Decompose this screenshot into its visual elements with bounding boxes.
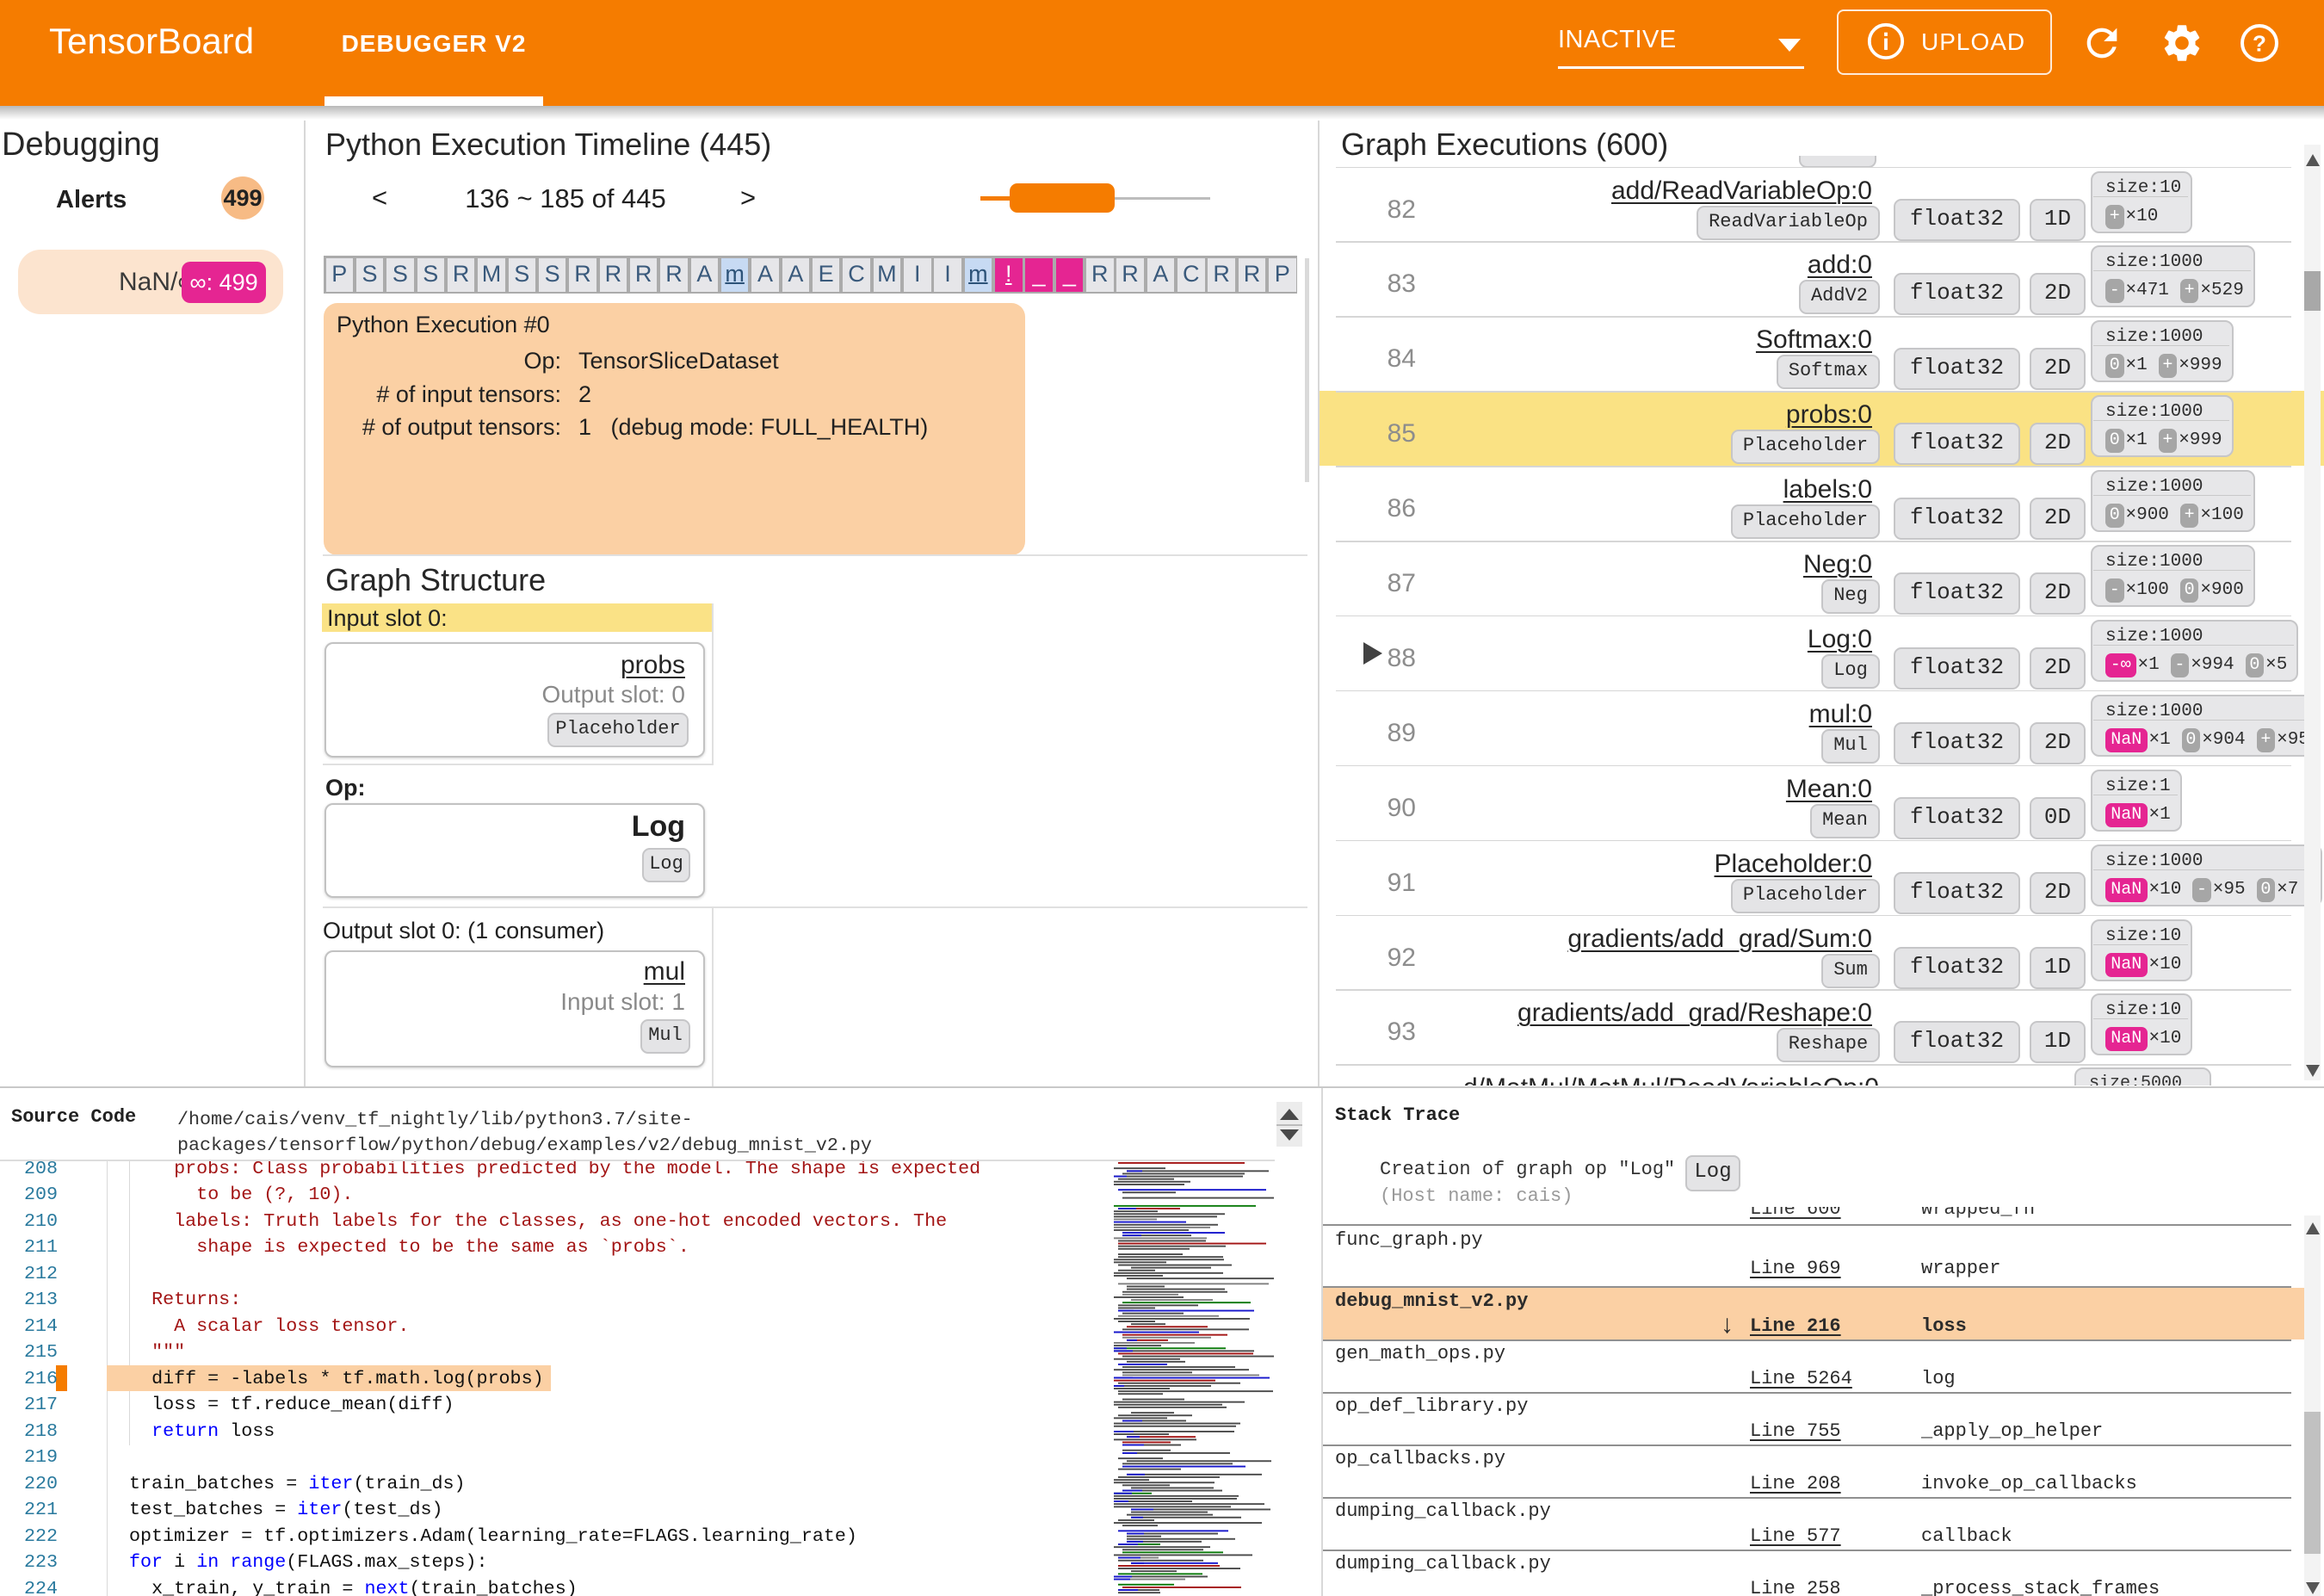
svg-text:?: ? [2253,30,2266,56]
